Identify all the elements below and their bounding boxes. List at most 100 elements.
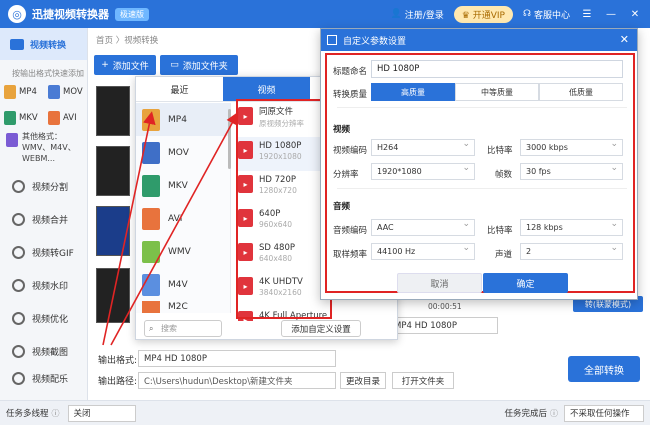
format-search-input[interactable]: ⌕ 搜索 xyxy=(144,320,222,337)
minimize-icon[interactable]: — xyxy=(604,9,618,20)
format-item-mov[interactable]: MOV xyxy=(136,136,230,169)
sidebar-item-music[interactable]: 视频配乐 xyxy=(0,368,87,388)
format-item-m4v[interactable]: M4V xyxy=(136,268,230,301)
quick-format-mkv[interactable]: MKV xyxy=(4,111,48,125)
sidebar-item-screenshot[interactable]: 视频截图 xyxy=(0,335,87,368)
quick-format-mp4[interactable]: MP4 xyxy=(4,85,48,99)
other-formats[interactable]: 其他格式：WMV、M4V、WEBM... xyxy=(0,125,87,164)
open-folder-button[interactable]: 打开文件夹 xyxy=(392,372,454,389)
sample-rate-select[interactable]: 44100 Hz xyxy=(371,243,475,260)
tab-recent[interactable]: 最近 xyxy=(136,77,223,101)
dialog-highlight-box: 标题命名 HD 1080P 转换质量 高质量 中等质量 低质量 视频 视频编码 … xyxy=(325,53,635,293)
music-icon xyxy=(12,371,25,385)
help-icon[interactable]: ⓘ xyxy=(52,408,60,419)
sidebar-item-watermark[interactable]: 视频水印 xyxy=(0,269,87,302)
file-duration: 00:00:51 xyxy=(428,302,462,311)
multitask-label: 任务多线程 xyxy=(6,409,49,419)
output-format-select[interactable]: MP4 HD 1080P xyxy=(138,350,336,367)
video-section-title: 视频 xyxy=(333,125,351,135)
login-link[interactable]: 👤 注册/登录 xyxy=(391,8,444,21)
sidebar-item-video-convert[interactable]: 视频转换 xyxy=(0,28,87,60)
video-bitrate-label: 比特率 xyxy=(487,146,513,156)
mkv-icon xyxy=(4,111,16,125)
quick-format-grid: MP4 MOV MKV AVI xyxy=(0,85,87,125)
ok-button[interactable]: 确定 xyxy=(483,273,568,293)
sidebar-item-split[interactable]: 视频分割 xyxy=(0,170,87,203)
channel-select[interactable]: 2 xyxy=(520,243,623,260)
format-item-m2c[interactable]: M2C xyxy=(136,301,230,313)
help-icon[interactable]: ⓘ xyxy=(550,408,558,419)
breadcrumb: 首页 〉视频转换 xyxy=(96,36,159,46)
video-thumbnail xyxy=(96,86,130,136)
close-icon[interactable]: ✕ xyxy=(628,9,642,20)
quality-label: 转换质量 xyxy=(333,90,368,100)
multitask-select[interactable]: 关闭 xyxy=(67,404,136,422)
after-complete-select[interactable]: 不采取任何操作 xyxy=(564,404,644,422)
preset-name-input[interactable]: HD 1080P xyxy=(371,60,623,78)
vip-icon: ♛ xyxy=(461,10,470,21)
audio-codec-select[interactable]: AAC xyxy=(371,219,475,236)
status-bar: 任务多线程 ⓘ 关闭 任务完成后 ⓘ 不采取任何操作 xyxy=(0,400,650,425)
video-codec-select[interactable]: H264 xyxy=(371,139,475,156)
mov-file-icon xyxy=(142,141,160,164)
quick-format-avi[interactable]: AVI xyxy=(48,111,92,125)
other-format-icon xyxy=(6,133,18,147)
user-icon: 👤 xyxy=(390,9,402,19)
watermark-icon xyxy=(12,279,25,292)
mp4-icon xyxy=(4,85,16,99)
search-icon: ⌕ xyxy=(149,324,154,333)
service-link[interactable]: ☊ 客服中心 xyxy=(523,8,570,21)
name-label: 标题命名 xyxy=(333,67,368,77)
mp4-file-icon xyxy=(142,108,160,131)
quality-low-button[interactable]: 低质量 xyxy=(539,83,623,101)
video-thumbnail xyxy=(96,206,130,256)
tab-video[interactable]: 视频 xyxy=(223,77,310,101)
divider xyxy=(337,188,627,189)
add-icon: + xyxy=(101,60,109,70)
format-item-mkv[interactable]: MKV xyxy=(136,169,230,202)
format-item-mp4[interactable]: MP4 xyxy=(136,103,230,136)
quality-high-button[interactable]: 高质量 xyxy=(371,83,455,101)
vip-button[interactable]: ♛ 开通VIP xyxy=(453,5,513,23)
m4v-file-icon xyxy=(142,273,160,296)
sidebar-item-merge[interactable]: 视频合并 xyxy=(0,203,87,236)
add-custom-settings-button[interactable]: 添加自定义设置 xyxy=(281,320,361,337)
edition-badge: 极速版 xyxy=(115,7,149,21)
format-list-scrollbar[interactable] xyxy=(228,109,231,169)
audio-section-title: 音频 xyxy=(333,202,351,212)
avi-file-icon xyxy=(142,207,160,230)
sample-rate-label: 取样频率 xyxy=(333,250,368,260)
sidebar-item-optimize[interactable]: 视频优化 xyxy=(0,302,87,335)
app-logo-icon: ◎ xyxy=(8,5,26,23)
app-title: 迅捷视频转换器 xyxy=(32,8,109,21)
output-format-label: 输出格式: xyxy=(98,355,138,366)
audio-bitrate-select[interactable]: 128 kbps xyxy=(520,219,623,236)
audio-bitrate-label: 比特率 xyxy=(487,226,513,236)
format-item-wmv[interactable]: WMV xyxy=(136,235,230,268)
quick-format-mov[interactable]: MOV xyxy=(48,85,92,99)
output-path-input[interactable]: C:\Users\hudun\Desktop\新建文件夹 xyxy=(138,372,336,389)
mkv-file-icon xyxy=(142,174,160,197)
split-icon xyxy=(12,180,25,193)
format-item-avi[interactable]: AVI xyxy=(136,202,230,235)
quality-medium-button[interactable]: 中等质量 xyxy=(455,83,539,101)
add-file-button[interactable]: + 添加文件 xyxy=(94,55,156,75)
cancel-button[interactable]: 取消 xyxy=(397,273,482,293)
sidebar: 视频转换 按输出格式快速添加 MP4 MOV MKV AVI 其他格式：WMV、… xyxy=(0,28,88,400)
avi-icon xyxy=(48,111,60,125)
divider xyxy=(337,107,627,108)
file-format-select[interactable]: MP4 HD 1080P xyxy=(388,317,498,334)
menu-icon[interactable]: ☰ xyxy=(580,9,594,20)
sidebar-item-gif[interactable]: 视频转GIF xyxy=(0,236,87,269)
video-bitrate-select[interactable]: 3000 kbps xyxy=(520,139,623,156)
fps-select[interactable]: 30 fps xyxy=(520,163,623,180)
dialog-close-icon[interactable]: ✕ xyxy=(620,33,629,46)
resolution-select[interactable]: 1920*1080 xyxy=(371,163,475,180)
add-folder-button[interactable]: ▭ 添加文件夹 xyxy=(160,55,238,75)
convert-all-button[interactable]: 全部转换 xyxy=(568,356,640,382)
folder-icon: ▭ xyxy=(170,60,179,70)
headset-icon: ☊ xyxy=(522,9,531,19)
change-directory-button[interactable]: 更改目录 xyxy=(340,372,386,389)
output-path-label: 输出路径: xyxy=(98,376,138,387)
optimize-icon xyxy=(12,312,25,325)
